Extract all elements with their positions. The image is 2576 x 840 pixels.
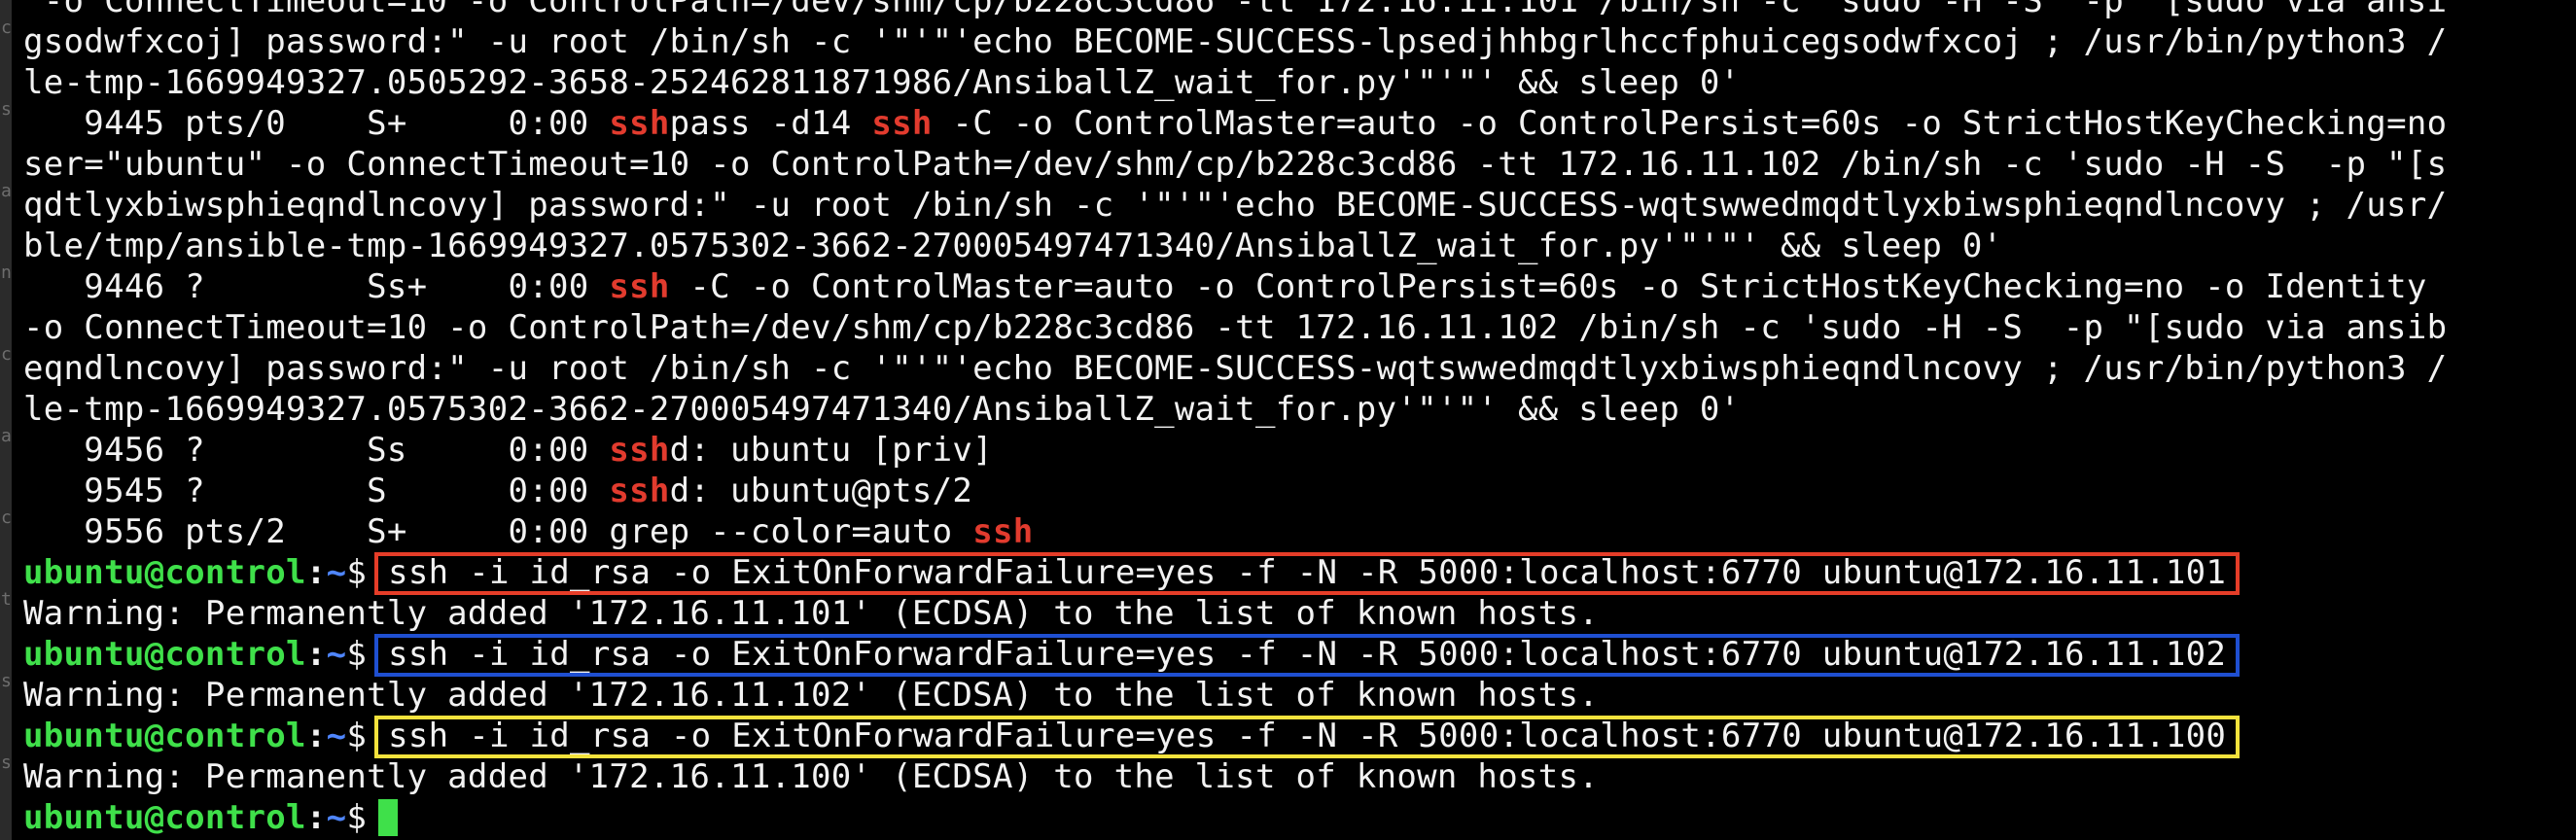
side-glyph: t — [1, 589, 12, 610]
process-command: -C -o ControlMaster=auto -o ControlPersi… — [669, 267, 2427, 306]
side-glyph: n — [1, 262, 12, 283]
prompt-colon: : — [305, 717, 327, 755]
command-line: ubuntu@control:~$ ssh -i id_rsa -o ExitOn… — [23, 634, 2447, 677]
process-prefix: 9445 pts/0 S+ 0:00 — [23, 104, 610, 143]
terminal-line: -o ConnectTimeout=10 -o ControlPath=/dev… — [23, 0, 2448, 20]
prompt-user-host: ubuntu@control — [23, 717, 306, 755]
process-line: 9445 pts/0 S+ 0:00 sshpass -d14 ssh -C -… — [23, 103, 2447, 144]
prompt-dollar: $ — [346, 553, 368, 592]
highlighted-command-blue[interactable]: ssh -i id_rsa -o ExitOnForwardFailure=ye… — [374, 634, 2241, 677]
active-prompt-line[interactable]: ubuntu@control:~$ — [23, 797, 2447, 838]
side-glyph: c — [1, 344, 12, 365]
process-line: 9556 pts/2 S+ 0:00 grep --color=auto ssh — [23, 511, 2447, 552]
command-line: ubuntu@control:~$ ssh -i id_rsa -o ExitOn… — [23, 716, 2447, 758]
grep-match-highlight: ssh — [609, 267, 670, 306]
prompt-dollar: $ — [346, 798, 368, 837]
terminal-line: le-tmp-1669949327.0505292-3658-252462811… — [23, 63, 1741, 102]
grep-match-highlight: ssh — [609, 104, 670, 143]
side-glyph: c — [1, 508, 12, 528]
process-line: 9456 ? Ss 0:00 sshd: ubuntu [priv] — [23, 430, 2447, 471]
process-command: d: ubuntu@pts/2 — [669, 472, 973, 510]
terminal-line: ser="ubuntu" -o ConnectTimeout=10 -o Con… — [23, 145, 2448, 184]
side-glyph: s — [1, 99, 12, 120]
prompt-user-host: ubuntu@control — [23, 798, 306, 837]
side-glyph: s — [1, 671, 12, 691]
process-command: -C -o ControlMaster=auto -o ControlPersi… — [932, 104, 2448, 143]
side-glyph: a — [1, 426, 12, 446]
process-prefix: 9556 pts/2 S+ 0:00 grep --color=auto — [23, 512, 973, 551]
process-prefix: 9456 ? Ss 0:00 — [23, 431, 610, 470]
prompt-path: ~ — [326, 717, 347, 755]
prompt-colon: : — [305, 798, 327, 837]
terminal-line: ble/tmp/ansible-tmp-1669949327.0575302-3… — [23, 227, 2003, 265]
terminal-line: Warning: Permanently added '172.16.11.10… — [23, 594, 1600, 633]
command-line: ubuntu@control:~$ ssh -i id_rsa -o ExitOn… — [23, 552, 2447, 595]
terminal-window[interactable]: -o ConnectTimeout=10 -o ControlPath=/dev… — [12, 0, 2576, 840]
grep-match-highlight: ssh — [972, 512, 1034, 551]
grep-match-highlight: ssh — [609, 472, 670, 510]
highlighted-command-yellow[interactable]: ssh -i id_rsa -o ExitOnForwardFailure=ye… — [374, 716, 2241, 758]
terminal-line: Warning: Permanently added '172.16.11.10… — [23, 757, 1600, 796]
process-line: 9446 ? Ss+ 0:00 ssh -C -o ControlMaster=… — [23, 266, 2447, 307]
prompt-dollar: $ — [346, 635, 368, 674]
process-command: pass -d14 — [669, 104, 872, 143]
prompt-path: ~ — [326, 635, 347, 674]
terminal-cursor[interactable] — [378, 799, 399, 836]
grep-match-highlight: ssh — [871, 104, 933, 143]
side-glyph: c — [1, 18, 12, 38]
terminal-line: Warning: Permanently added '172.16.11.10… — [23, 676, 1600, 715]
process-line: 9545 ? S 0:00 sshd: ubuntu@pts/2 — [23, 471, 2447, 511]
prompt-user-host: ubuntu@control — [23, 635, 306, 674]
prompt-user-host: ubuntu@control — [23, 553, 306, 592]
side-glyph: s — [1, 752, 12, 773]
side-glyph: a — [1, 181, 12, 201]
terminal-output: -o ConnectTimeout=10 -o ControlPath=/dev… — [23, 0, 2447, 838]
prompt-colon: : — [305, 635, 327, 674]
prompt-path: ~ — [326, 798, 347, 837]
process-prefix: 9545 ? S 0:00 — [23, 472, 610, 510]
terminal-line: qdtlyxbiwsphieqndlncovy] password:" -u r… — [23, 186, 2448, 225]
terminal-line: gsodwfxcoj] password:" -u root /bin/sh -… — [23, 22, 2448, 61]
process-prefix: 9446 ? Ss+ 0:00 — [23, 267, 610, 306]
prompt-dollar: $ — [346, 717, 368, 755]
grep-match-highlight: ssh — [609, 431, 670, 470]
prompt-colon: : — [305, 553, 327, 592]
terminal-line: le-tmp-1669949327.0575302-3662-270005497… — [23, 390, 1741, 429]
terminal-line: -o ConnectTimeout=10 -o ControlPath=/dev… — [23, 308, 2448, 347]
process-command: d: ubuntu [priv] — [669, 431, 993, 470]
highlighted-command-red[interactable]: ssh -i id_rsa -o ExitOnForwardFailure=ye… — [374, 552, 2241, 595]
prompt-path: ~ — [326, 553, 347, 592]
terminal-line: eqndlncovy] password:" -u root /bin/sh -… — [23, 349, 2448, 388]
